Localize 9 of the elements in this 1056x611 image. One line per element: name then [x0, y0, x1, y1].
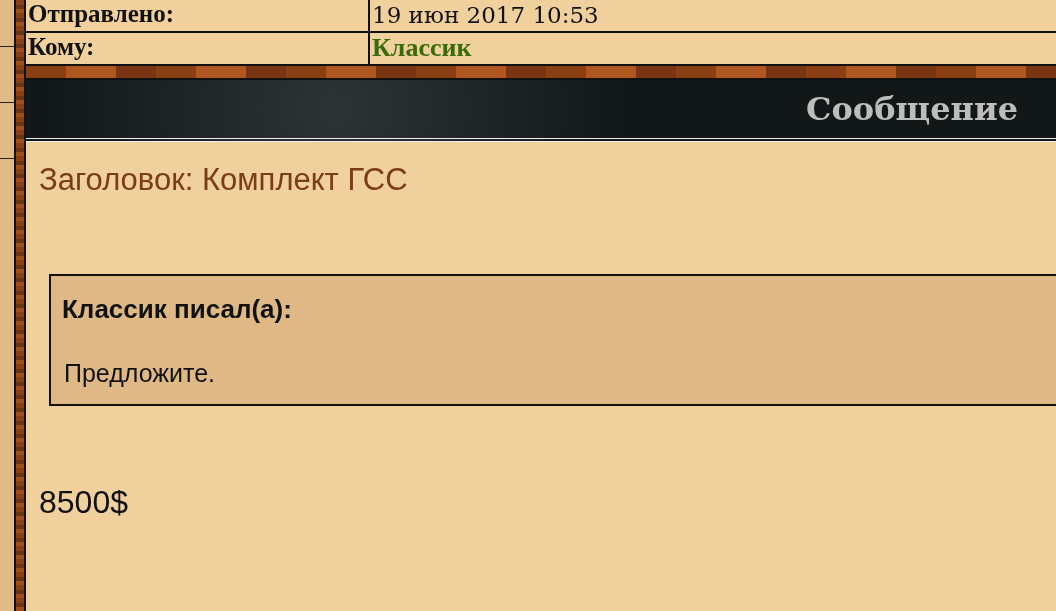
post-subject: Заголовок: Комплект ГСС [39, 162, 409, 198]
quote-text: Предложите. [63, 359, 216, 388]
field-label: Отправлено: [26, 0, 370, 31]
field-value: Классик [371, 33, 472, 64]
quote-author: Классик писал(а): [62, 294, 293, 325]
field-value: 19 июн 2017 10:53 [371, 1, 599, 30]
field-label: Кому: [26, 33, 370, 64]
post-body: 8500$ [39, 484, 129, 521]
section-title: Сообщение [806, 90, 1018, 128]
